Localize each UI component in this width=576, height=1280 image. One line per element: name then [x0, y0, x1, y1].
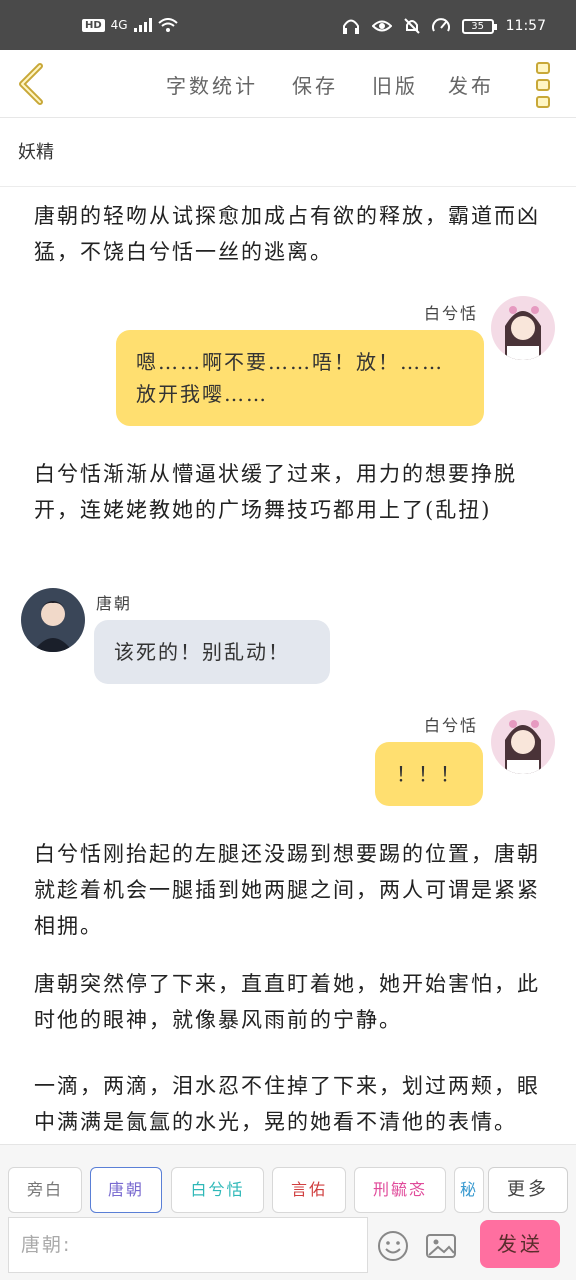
narration-paragraph[interactable]: 白兮恬刚抬起的左腿还没踢到想要踢的位置，唐朝就趁着机会一腿插到她两腿之间，两人可… — [34, 836, 544, 944]
old-version-button[interactable]: 旧版 — [372, 70, 418, 99]
avatar[interactable] — [491, 710, 555, 774]
editor-toolbar: 字数统计 保存 旧版 发布 — [0, 50, 576, 118]
clock: 11:57 — [505, 18, 546, 34]
more-vertical-icon[interactable] — [536, 62, 552, 108]
speaker-name: 唐朝 — [96, 594, 133, 613]
role-chip-xingyumin[interactable]: 刑毓忞 — [354, 1167, 446, 1213]
role-chip-yanyou[interactable]: 言佑 — [272, 1167, 346, 1213]
smiley-icon[interactable] — [376, 1229, 410, 1263]
battery-icon: 35 — [461, 18, 497, 34]
narration-paragraph[interactable]: 白兮恬渐渐从懵逼状缓了过来，用力的想要挣脱开，连姥姥教她的广场舞技巧都用上了(乱… — [34, 456, 544, 528]
speaker-name: 白兮恬 — [424, 716, 479, 735]
speed-icon — [431, 18, 450, 32]
speaker-name: 白兮恬 — [424, 304, 479, 323]
role-bar: 旁白 唐朝 白兮恬 言佑 刑毓忞 秘 更多 唐朝: 发送 — [0, 1144, 576, 1280]
role-chip-baixitian[interactable]: 白兮恬 — [171, 1167, 264, 1213]
status-bar: HD 4G 35 11:57 — [0, 0, 576, 50]
image-icon[interactable] — [424, 1229, 458, 1263]
save-button[interactable]: 保存 — [292, 70, 338, 99]
avatar[interactable] — [491, 296, 555, 360]
publish-button[interactable]: 发布 — [448, 70, 494, 99]
more-roles-button[interactable]: 更多 — [488, 1167, 568, 1213]
headphones-icon — [342, 19, 359, 34]
wifi-icon — [157, 18, 178, 32]
story-content[interactable]: 唐朝的轻吻从试探愈加成占有欲的释放，霸道而凶猛，不饶白兮恬一丝的逃离。 白兮恬 … — [0, 188, 576, 1144]
narration-paragraph[interactable]: 一滴，两滴，泪水忍不住掉了下来，划过两颊，眼中满满是氤氲的水光，晃的她看不清他的… — [34, 1068, 544, 1140]
hd-badge: HD — [82, 18, 105, 32]
send-button[interactable]: 发送 — [480, 1220, 560, 1268]
dialogue-input[interactable]: 唐朝: — [8, 1217, 368, 1273]
narration-paragraph[interactable]: 唐朝的轻吻从试探愈加成占有欲的释放，霸道而凶猛，不饶白兮恬一丝的逃离。 — [34, 198, 544, 270]
bell-off-icon — [403, 18, 420, 34]
dialogue-bubble[interactable]: ！！！ — [375, 742, 483, 806]
document-title[interactable]: 妖精 — [18, 138, 54, 164]
signal-icon — [133, 18, 152, 32]
role-chip-tangchao[interactable]: 唐朝 — [90, 1167, 162, 1213]
dialogue-bubble[interactable]: 嗯……啊不要……唔！放！……放开我嘤…… — [116, 330, 484, 426]
back-button[interactable] — [14, 62, 50, 106]
role-chip-narrator[interactable]: 旁白 — [8, 1167, 82, 1213]
network-type: 4G — [110, 18, 128, 32]
eye-icon — [371, 20, 392, 32]
divider — [0, 186, 576, 187]
dialogue-bubble[interactable]: 该死的！别乱动！ — [94, 620, 330, 684]
word-count-button[interactable]: 字数统计 — [166, 70, 258, 99]
chevron-left-icon — [19, 63, 43, 105]
narration-paragraph[interactable]: 唐朝突然停了下来，直直盯着她，她开始害怕，此时他的眼神，就像暴风雨前的宁静。 — [34, 966, 544, 1038]
avatar[interactable] — [21, 588, 85, 652]
role-chip-partial[interactable]: 秘 — [454, 1167, 484, 1213]
